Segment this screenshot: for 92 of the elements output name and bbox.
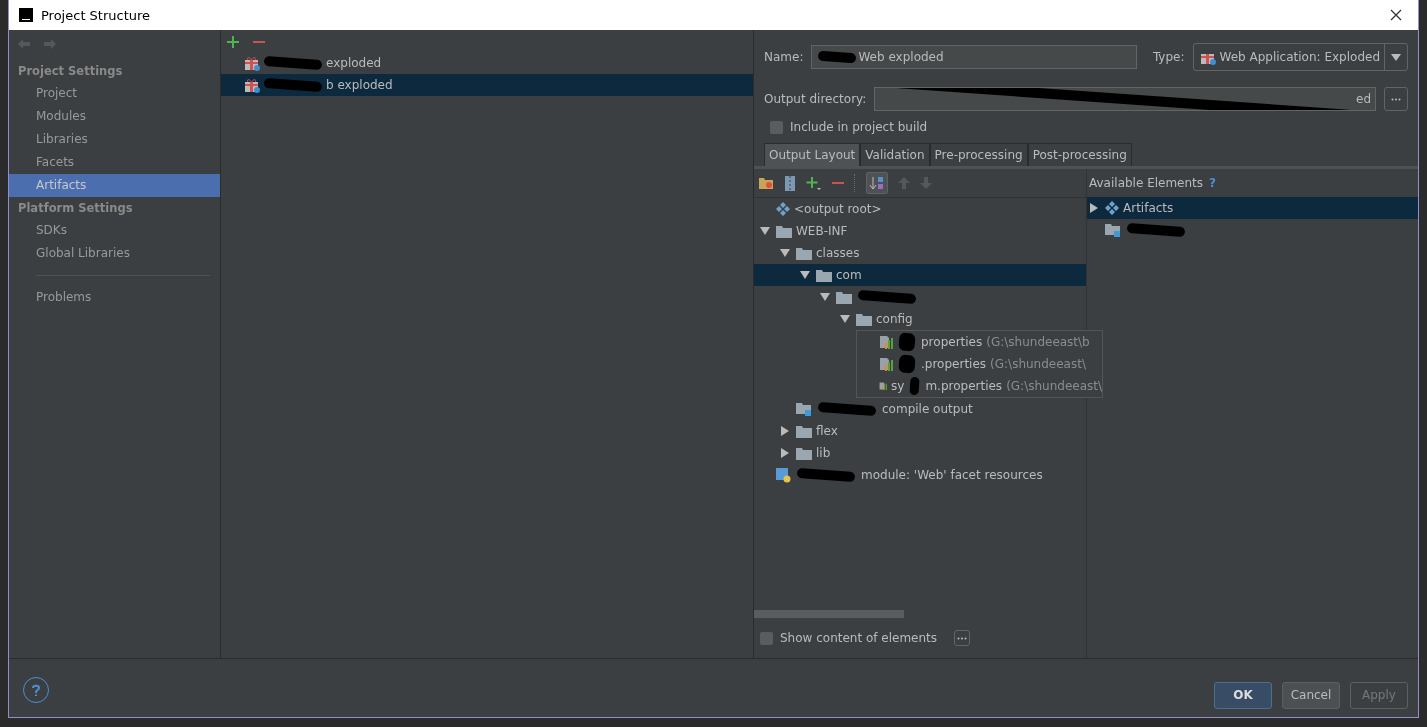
name-field[interactable]: Web exploded	[811, 45, 1137, 69]
module-folder-icon	[1105, 223, 1121, 237]
include-in-build-label: Include in project build	[790, 120, 928, 134]
dialog-button[interactable]: OK	[1214, 681, 1272, 709]
folder-icon	[836, 290, 852, 304]
redaction-mark	[263, 56, 323, 70]
tree-row[interactable]: lib	[754, 442, 1086, 464]
redaction-mark	[796, 468, 856, 482]
tab[interactable]: Pre-processing	[929, 143, 1028, 166]
tree-row[interactable]: module: 'Web' facet resources	[754, 464, 1086, 486]
name-label: Name:	[764, 50, 804, 64]
tree-row[interactable]: config	[754, 308, 1086, 330]
expand-arrow-icon[interactable]	[781, 426, 789, 436]
diamond-cluster-icon	[1105, 201, 1119, 215]
tree-row[interactable]: .properties (G:\shundeeast\	[857, 353, 1102, 375]
sidebar-item[interactable]: SDKs	[9, 219, 220, 242]
tree-row[interactable]: sy m.properties (G:\shundeeast\	[857, 375, 1102, 397]
more-button[interactable]	[954, 630, 971, 646]
artifact-item[interactable]: b exploded	[221, 74, 753, 96]
gift-icon	[244, 77, 260, 93]
add-icon[interactable]	[227, 36, 239, 48]
tree-row[interactable]: classes	[754, 242, 1086, 264]
tree-row[interactable]: Artifacts	[1087, 197, 1418, 219]
module-folder-icon	[796, 402, 812, 416]
collapse-arrow-icon[interactable]	[840, 315, 850, 323]
app-logo-icon	[19, 8, 33, 22]
add-icon[interactable]	[806, 175, 822, 191]
sort-icon	[869, 175, 885, 191]
expand-arrow-icon[interactable]	[781, 448, 789, 458]
redaction-mark	[818, 50, 857, 64]
sidebar-item[interactable]: Global Libraries	[9, 242, 220, 265]
ellipsis-icon	[1391, 97, 1401, 101]
section-heading: Project Settings	[18, 64, 123, 78]
collapse-arrow-icon[interactable]	[800, 271, 810, 279]
tree-row[interactable]: flex	[754, 420, 1086, 442]
checkbox[interactable]	[760, 631, 773, 645]
folder-icon	[856, 312, 872, 326]
sidebar-item[interactable]: Facets	[9, 151, 220, 174]
tab[interactable]: Output Layout	[764, 143, 861, 166]
diamond-cluster-icon	[776, 202, 790, 216]
sidebar-item[interactable]: Project	[9, 82, 220, 105]
section-heading: Platform Settings	[18, 201, 133, 215]
redaction-mark	[817, 402, 877, 416]
properties-file-icon	[879, 335, 893, 349]
collapse-arrow-icon[interactable]	[760, 227, 770, 235]
folder-icon	[796, 446, 812, 460]
dropdown-arrow-icon	[1391, 53, 1401, 61]
type-label: Type:	[1152, 50, 1185, 64]
tab[interactable]: Validation	[860, 143, 930, 166]
folder-icon	[776, 224, 792, 238]
close-icon[interactable]	[1390, 9, 1402, 21]
window-title: Project Structure	[41, 7, 152, 23]
dialog-button[interactable]: Cancel	[1282, 681, 1340, 709]
redaction-mark	[857, 290, 917, 304]
tab[interactable]: Post-processing	[1027, 143, 1132, 166]
expand-arrow-icon[interactable]	[1090, 203, 1098, 213]
output-directory-label: Output directory:	[764, 92, 867, 106]
question-mark-icon	[29, 683, 43, 697]
tree-row[interactable]: <output root>	[754, 198, 1086, 220]
sort-button[interactable]	[866, 172, 888, 194]
tree-row[interactable]: properties (G:\shundeeast\b	[857, 331, 1102, 353]
archive-icon[interactable]	[784, 175, 796, 191]
sidebar-item[interactable]: Artifacts	[9, 174, 220, 197]
sidebar-item[interactable]: Modules	[9, 105, 220, 128]
gift-icon	[244, 55, 260, 71]
folder-icon	[796, 424, 812, 438]
artifact-item[interactable]: exploded	[221, 52, 753, 74]
output-directory-field[interactable]: ed	[874, 87, 1376, 111]
ellipsis-icon	[957, 636, 968, 640]
tree-row[interactable]: WEB-INF	[754, 220, 1086, 242]
tree-row[interactable]: compile output	[754, 398, 1086, 420]
available-elements-title: Available Elements	[1089, 176, 1204, 190]
redaction-mark	[1126, 223, 1186, 237]
scrollbar-thumb[interactable]	[754, 610, 904, 618]
collapse-arrow-icon[interactable]	[820, 293, 830, 301]
redaction-mark	[263, 78, 323, 92]
show-content-label: Show content of elements	[780, 631, 938, 645]
new-folder-icon[interactable]	[758, 176, 774, 190]
sidebar-item[interactable]: Libraries	[9, 128, 220, 151]
help-link[interactable]: ?	[1209, 176, 1217, 190]
tree-row[interactable]: com	[754, 264, 1086, 286]
sidebar-item[interactable]: Problems	[9, 286, 220, 309]
checkbox[interactable]	[770, 120, 783, 134]
collapse-arrow-icon[interactable]	[780, 249, 790, 257]
web-module-icon	[776, 467, 791, 483]
redaction-mark	[909, 376, 920, 396]
redaction-mark	[898, 354, 916, 374]
redaction-mark	[898, 332, 916, 352]
folder-icon	[816, 268, 832, 282]
type-dropdown[interactable]: Web Application: Exploded	[1192, 43, 1408, 71]
folder-icon	[796, 246, 812, 260]
properties-file-icon	[879, 357, 893, 371]
